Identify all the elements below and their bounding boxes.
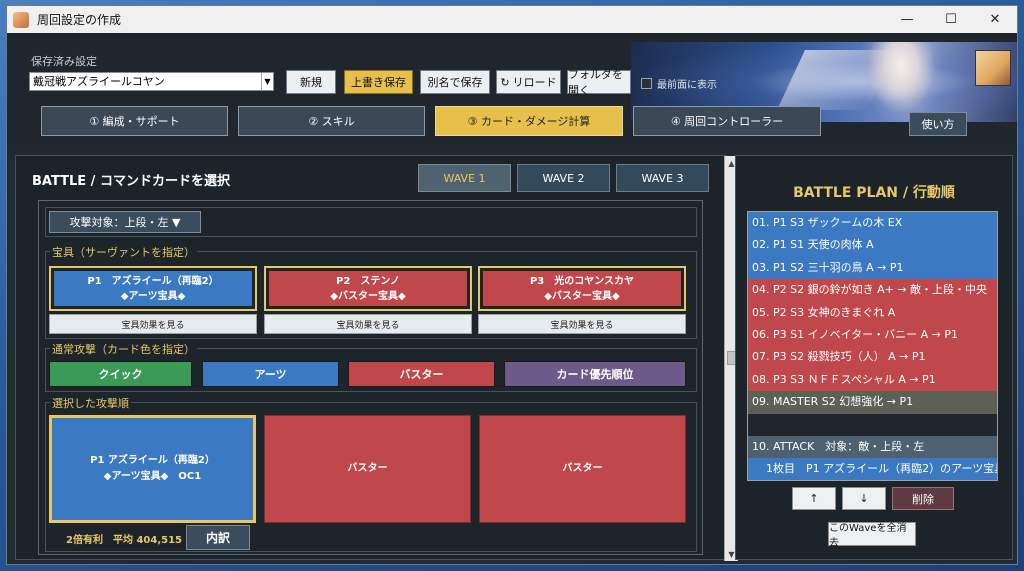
np-effect-button-p1[interactable]: 宝具効果を見る xyxy=(49,314,257,334)
np-p2-type: ◆バスター宝具◆ xyxy=(330,290,406,302)
wave-2-tab[interactable]: WAVE 2 xyxy=(517,164,610,192)
quick-card-button[interactable]: クイック xyxy=(49,361,192,387)
chevron-down-icon[interactable]: ▼ xyxy=(261,73,273,90)
battle-plan-title: BATTLE PLAN / 行動順 xyxy=(793,185,955,201)
minimize-button[interactable]: — xyxy=(885,6,929,33)
tab-skill[interactable]: ② スキル xyxy=(238,106,425,136)
order-card-2-label: バスター xyxy=(347,463,388,474)
plan-item[interactable]: 02. P1 S1 天使の肉体 A xyxy=(748,234,997,257)
np-p1-servant: P1 アズライール（再臨2） xyxy=(87,275,219,287)
delete-button[interactable]: 削除 xyxy=(892,487,954,510)
window-title: 周回設定の作成 xyxy=(37,13,122,27)
np-button-p1[interactable]: P1 アズライール（再臨2） ◆アーツ宝具◆ xyxy=(49,266,257,311)
banner-character-art xyxy=(861,42,941,122)
plan-item[interactable]: 06. P3 S1 イノベイター・バニー A → P1 xyxy=(748,323,997,347)
battle-panel: BATTLE / コマンドカードを選択 WAVE 1 WAVE 2 WAVE 3… xyxy=(15,155,738,561)
tab-loop-controller[interactable]: ④ 周回コントローラー xyxy=(633,106,821,136)
np-p1-face: P1 アズライール（再臨2） ◆アーツ宝具◆ xyxy=(53,270,253,307)
save-as-button[interactable]: 別名で保存 xyxy=(420,70,490,94)
np-p1-type: ◆アーツ宝具◆ xyxy=(120,290,186,302)
open-folder-button[interactable]: フォルダを開く xyxy=(567,68,631,97)
arts-card-button[interactable]: アーツ xyxy=(202,361,339,387)
move-up-button[interactable]: ↑ xyxy=(792,487,836,510)
card-priority-button[interactable]: カード優先順位 xyxy=(504,361,686,387)
topmost-toggle[interactable]: 最前面に表示 xyxy=(641,76,717,91)
tab-party-support[interactable]: ① 編成・サポート xyxy=(41,106,228,136)
reload-label: リロード xyxy=(512,76,557,89)
np-p3-type: ◆バスター宝具◆ xyxy=(544,290,620,302)
reload-icon: ↻ xyxy=(500,75,510,89)
np-effect-button-p3[interactable]: 宝具効果を見る xyxy=(478,314,686,334)
app-window: 周回設定の作成 — ☐ ✕ 使い方 保存済み設定 戴冠戦アズライールコヤン ▼ … xyxy=(6,5,1018,565)
card-selection-area: 攻撃対象：上段・左 ▼ 宝具（サーヴァントを指定） P1 アズライール（再臨2）… xyxy=(38,200,703,555)
order-card-3-label: バスター xyxy=(562,463,603,474)
title-bar: 周回設定の作成 — ☐ ✕ xyxy=(7,6,1017,33)
saved-settings-select[interactable]: 戴冠戦アズライールコヤン ▼ xyxy=(29,72,274,91)
plan-item[interactable]: 07. P3 S2 殺戮技巧（人） A → P1 xyxy=(748,346,997,369)
plan-item-empty[interactable] xyxy=(748,413,997,436)
np-p2-face: P2 ステンノ ◆バスター宝具◆ xyxy=(268,270,468,307)
order-card-1-line2: ◆アーツ宝具◆ OC1 xyxy=(103,471,202,482)
np-section-legend: 宝具（サーヴァントを指定） xyxy=(50,244,197,260)
np-button-p3[interactable]: P3 光のコヤンスカヤ ◆バスター宝具◆ xyxy=(478,266,686,311)
servant-thumbnail xyxy=(975,50,1011,86)
plan-item[interactable]: 09. MASTER S2 幻想強化 → P1 xyxy=(748,391,997,414)
order-card-2[interactable]: バスター xyxy=(264,415,471,523)
attack-order-legend: 選択した攻撃順 xyxy=(50,395,131,411)
wave-3-tab[interactable]: WAVE 3 xyxy=(616,164,709,192)
plan-item[interactable]: 1枚目 P1 アズライール（再臨2）のアーツ宝具 xyxy=(748,458,997,480)
close-button[interactable]: ✕ xyxy=(973,6,1017,33)
plan-item[interactable]: 10. ATTACK 対象：敵・上段・左 xyxy=(748,435,997,459)
window-controls: — ☐ ✕ xyxy=(885,6,1017,33)
plan-item[interactable]: 08. P3 S3 ＮＦＦスペシャル A → P1 xyxy=(748,368,997,392)
topmost-checkbox[interactable] xyxy=(641,78,652,89)
buster-card-button[interactable]: バスター xyxy=(348,361,495,387)
usage-button[interactable]: 使い方 xyxy=(909,112,967,136)
np-effect-button-p2[interactable]: 宝具効果を見る xyxy=(264,314,472,334)
plan-item[interactable]: 01. P1 S3 ザックームの木 EX xyxy=(748,212,997,235)
attack-order-section: 選択した攻撃順 P1 アズライール（再臨2） ◆アーツ宝具◆ OC1 バスター … xyxy=(45,395,697,552)
reload-button[interactable]: ↻ リロード xyxy=(496,70,561,94)
new-button[interactable]: 新規 xyxy=(286,70,336,94)
plan-item[interactable]: 04. P2 S2 銀の鈴が如き A+ → 敵・上段・中央 xyxy=(748,279,997,302)
topmost-label: 最前面に表示 xyxy=(657,80,717,91)
damage-detail-button[interactable]: 内訳 xyxy=(186,525,250,550)
damage-summary: 2倍有利 平均 404,515 xyxy=(66,535,182,546)
target-select-button[interactable]: 攻撃対象：上段・左 ▼ xyxy=(49,211,201,233)
np-section: 宝具（サーヴァントを指定） P1 アズライール（再臨2） ◆アーツ宝具◆ 宝具効… xyxy=(45,244,697,339)
app-icon xyxy=(13,11,29,28)
np-p2-servant: P2 ステンノ xyxy=(336,275,400,287)
target-row: 攻撃対象：上段・左 ▼ xyxy=(45,207,697,237)
order-card-1[interactable]: P1 アズライール（再臨2） ◆アーツ宝具◆ OC1 xyxy=(49,415,256,523)
maximize-button[interactable]: ☐ xyxy=(929,6,973,33)
plan-item[interactable]: 05. P2 S3 女神のきまぐれ A xyxy=(748,301,997,324)
plan-item[interactable]: 03. P1 S2 三十羽の鳥 A → P1 xyxy=(748,256,997,280)
battle-plan-list[interactable]: 01. P1 S3 ザックームの木 EX 02. P1 S1 天使の肉体 A 0… xyxy=(747,211,998,481)
order-card-1-line1: P1 アズライール（再臨2） xyxy=(90,455,215,466)
order-card-3[interactable]: バスター xyxy=(479,415,686,523)
saved-settings-value: 戴冠戦アズライールコヤン xyxy=(33,75,165,88)
normal-attack-legend: 通常攻撃（カード色を指定） xyxy=(50,341,197,357)
battle-title: BATTLE / コマンドカードを選択 xyxy=(32,174,230,189)
np-p3-face: P3 光のコヤンスカヤ ◆バスター宝具◆ xyxy=(482,270,682,307)
np-p3-servant: P3 光のコヤンスカヤ xyxy=(529,275,635,287)
wave-1-tab[interactable]: WAVE 1 xyxy=(418,164,511,192)
overwrite-save-button[interactable]: 上書き保存 xyxy=(344,70,413,94)
tab-card-damage[interactable]: ③ カード・ダメージ計算 xyxy=(435,106,623,136)
np-button-p2[interactable]: P2 ステンノ ◆バスター宝具◆ xyxy=(264,266,472,311)
clear-wave-button[interactable]: このWaveを全消去 xyxy=(828,522,916,549)
saved-settings-label: 保存済み設定 xyxy=(31,55,97,68)
battle-plan-panel: BATTLE PLAN / 行動順 01. P1 S3 ザックームの木 EX 0… xyxy=(735,155,1013,560)
move-down-button[interactable]: ↓ xyxy=(842,487,886,510)
normal-attack-section: 通常攻撃（カード色を指定） クイック アーツ バスター カード優先順位 xyxy=(45,341,697,392)
